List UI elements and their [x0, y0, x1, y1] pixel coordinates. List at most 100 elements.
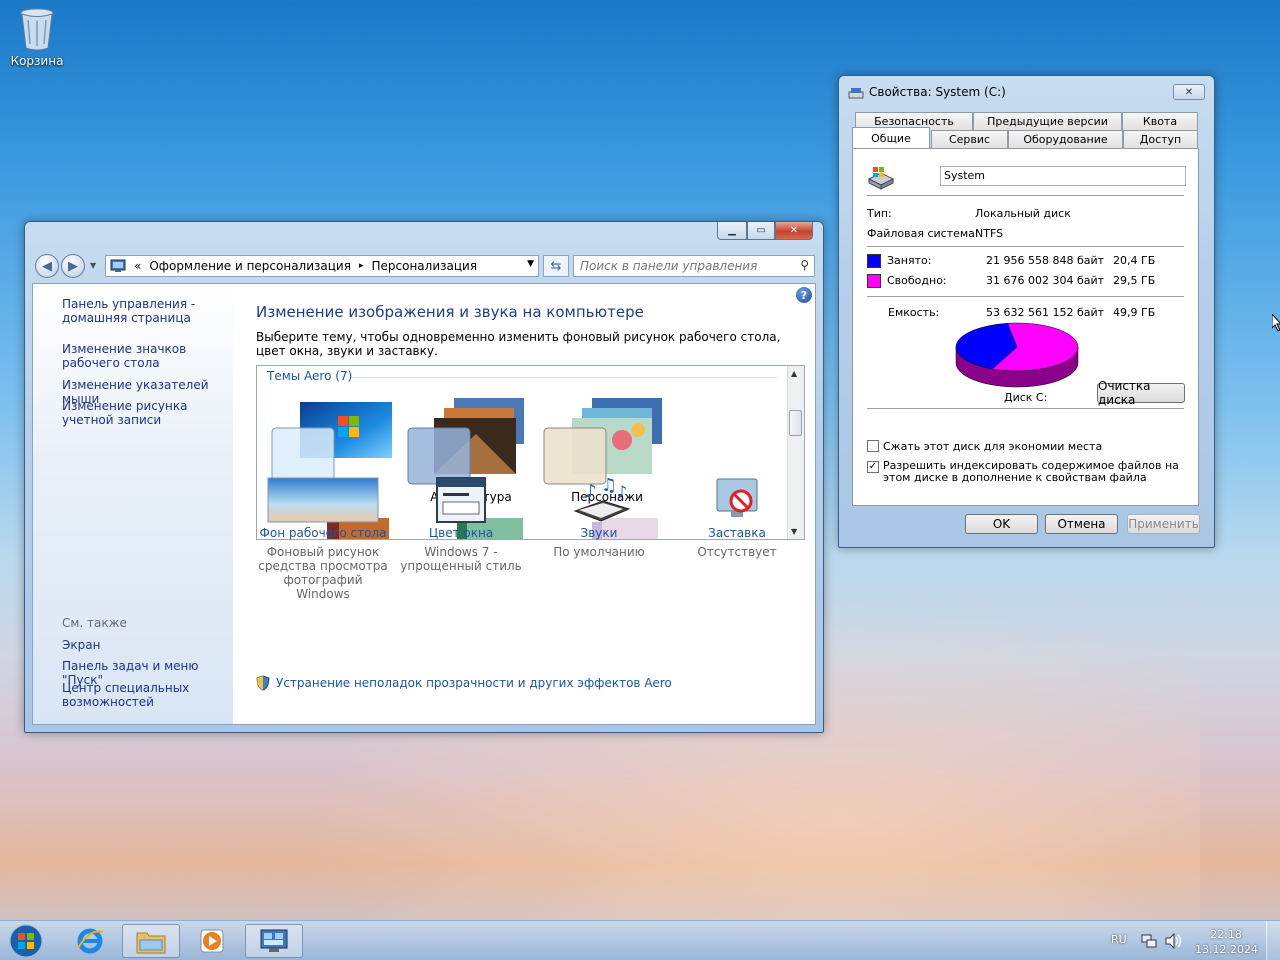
forward-button[interactable]: ▶	[61, 254, 85, 278]
drive-icon	[848, 88, 864, 99]
breadcrumb-personalization[interactable]: Персонализация	[371, 259, 477, 273]
back-arrow-icon: ◀	[42, 258, 52, 274]
desktop-background-setting[interactable]: Фон рабочего стола Фоновый рисунок средс…	[258, 477, 388, 601]
window-color-value: Windows 7 - упрощенный стиль	[400, 545, 522, 573]
recycle-bin-shortcut[interactable]: Корзина	[6, 6, 68, 68]
drive-name-field[interactable]: System	[940, 166, 1186, 186]
dialog-close-button[interactable]: ✕	[1173, 84, 1205, 100]
sidebar-account-picture-link[interactable]: Изменение рисунка учетной записи	[62, 399, 232, 427]
capacity-gb: 49,9 ГБ	[1113, 306, 1156, 319]
free-gb: 29,5 ГБ	[1113, 274, 1156, 287]
taskbar: RU 22:18 13.12.2024	[0, 920, 1280, 960]
svg-text:♫: ♫	[601, 477, 617, 496]
window-color-icon	[436, 477, 486, 523]
capacity-label: Емкость:	[888, 306, 940, 319]
index-label[interactable]: Разрешить индексировать содержимое файло…	[883, 460, 1193, 484]
breadcrumb-chevrons[interactable]: «	[134, 259, 141, 273]
control-panel-icon	[110, 259, 126, 272]
taskbar-media-player[interactable]	[183, 924, 241, 958]
compress-label[interactable]: Сжать этот диск для экономии места	[883, 440, 1102, 453]
search-input[interactable]: Поиск в панели управления ⚲	[573, 255, 815, 277]
history-dropdown-icon[interactable]: ▼	[90, 261, 96, 270]
desktop-background-link[interactable]: Фон рабочего стола	[258, 526, 388, 540]
see-also-display-link[interactable]: Экран	[62, 638, 232, 652]
search-placeholder: Поиск в панели управления	[580, 259, 758, 273]
architecture-theme-preview	[407, 398, 524, 485]
address-dropdown-icon[interactable]: ▼	[527, 259, 534, 269]
shield-icon	[256, 675, 270, 691]
content-area: Панель управления - домашняя страница Из…	[32, 283, 816, 725]
type-label: Тип:	[867, 207, 892, 220]
volume-icon[interactable]	[1165, 933, 1183, 949]
window-color-link[interactable]: Цвет окна	[396, 526, 526, 540]
index-checkbox[interactable]: ✓	[867, 461, 879, 473]
compress-checkbox[interactable]	[867, 440, 879, 452]
group-divider	[352, 377, 777, 378]
apply-button[interactable]: Применить	[1127, 514, 1200, 534]
tab-general[interactable]: Общие	[852, 127, 930, 148]
taskbar-explorer[interactable]	[122, 924, 180, 958]
network-icon[interactable]	[1141, 933, 1157, 949]
screensaver-link[interactable]: Заставка	[672, 526, 802, 540]
disk-cleanup-button[interactable]: Очистка диска	[1097, 379, 1185, 407]
close-button[interactable]: ✕	[775, 222, 813, 240]
disk-label: Диск C:	[1004, 391, 1048, 404]
scroll-up-icon[interactable]: ▲	[791, 369, 797, 378]
media-player-icon	[200, 929, 224, 953]
clock[interactable]: 22:18 13.12.2024	[1195, 927, 1258, 957]
windows-orb-icon	[9, 924, 43, 958]
divider	[867, 296, 1184, 297]
characters-theme-preview	[543, 398, 662, 485]
used-label: Занято:	[887, 254, 932, 267]
language-indicator[interactable]: RU	[1111, 933, 1127, 946]
address-bar[interactable]: « Оформление и персонализация ▸ Персонал…	[105, 255, 539, 277]
search-icon[interactable]: ⚲	[800, 258, 809, 272]
sounds-icon: ♪ ♫ ♪	[573, 475, 631, 522]
clock-date: 13.12.2024	[1195, 943, 1258, 956]
show-desktop-button[interactable]	[1266, 921, 1280, 960]
recycle-bin-icon	[20, 8, 54, 51]
refresh-button[interactable]: ⇆	[543, 255, 569, 277]
page-title: Изменение изображения и звука на компьют…	[256, 303, 644, 321]
sidebar-desktop-icons-link[interactable]: Изменение значков рабочего стола	[62, 342, 232, 370]
breadcrumb-appearance[interactable]: Оформление и персонализация	[149, 259, 351, 273]
back-button[interactable]: ◀	[35, 254, 59, 278]
aero-troubleshoot-label[interactable]: Устранение неполадок прозрачности и друг…	[276, 676, 672, 690]
disk-drive-icon	[867, 167, 895, 190]
filesystem-label: Файловая система:	[867, 227, 979, 240]
sounds-setting[interactable]: ♪ ♫ ♪ Звуки По умолчанию	[534, 475, 664, 559]
scroll-thumb[interactable]	[789, 410, 802, 436]
tab-tools[interactable]: Сервис	[931, 130, 1008, 148]
screensaver-setting[interactable]: Заставка Отсутствует	[672, 477, 802, 559]
forward-arrow-icon: ▶	[68, 258, 78, 274]
free-bytes: 31 676 002 304 байт	[986, 274, 1105, 287]
sounds-link[interactable]: Звуки	[534, 526, 664, 540]
maximize-button[interactable]: ▭	[747, 222, 775, 240]
divider	[867, 246, 1184, 247]
used-bytes: 21 956 558 848 байт	[986, 254, 1105, 267]
aero-troubleshoot-link[interactable]: Устранение неполадок прозрачности и друг…	[256, 675, 672, 691]
minimize-button[interactable]: ▁	[717, 222, 747, 240]
refresh-icon: ⇆	[550, 258, 562, 274]
dialog-title: Свойства: System (C:)	[869, 85, 1006, 99]
taskbar-internet-explorer[interactable]	[61, 924, 119, 958]
personalization-window: ▁ ▭ ✕ ◀ ▶ ▼ « Оформление и персонализаци…	[24, 221, 824, 733]
tab-hardware[interactable]: Оборудование	[1008, 130, 1123, 148]
start-button[interactable]	[6, 923, 50, 959]
see-also-heading: См. также	[62, 616, 127, 630]
sidebar-home-link[interactable]: Панель управления - домашняя страница	[62, 297, 232, 325]
ok-button[interactable]: OK	[965, 514, 1038, 534]
taskbar-control-panel[interactable]	[245, 924, 303, 958]
general-tab-panel: System Тип: Локальный диск Файловая сист…	[852, 148, 1199, 506]
cancel-button[interactable]: Отмена	[1045, 514, 1118, 534]
tab-sharing[interactable]: Доступ	[1123, 130, 1198, 148]
see-also-ease-of-access-link[interactable]: Центр специальных возможностей	[62, 681, 212, 709]
breadcrumb-separator[interactable]: ▸	[359, 261, 364, 271]
tab-previous-versions[interactable]: Предыдущие версии	[973, 112, 1122, 130]
clock-time: 22:18	[1210, 928, 1242, 941]
tab-quota[interactable]: Квота	[1122, 112, 1198, 130]
help-icon[interactable]: ?	[796, 287, 812, 303]
mouse-cursor-icon	[1272, 314, 1280, 332]
window-color-setting[interactable]: Цвет окна Windows 7 - упрощенный стиль	[396, 477, 526, 573]
windows7-theme-preview	[271, 402, 392, 485]
